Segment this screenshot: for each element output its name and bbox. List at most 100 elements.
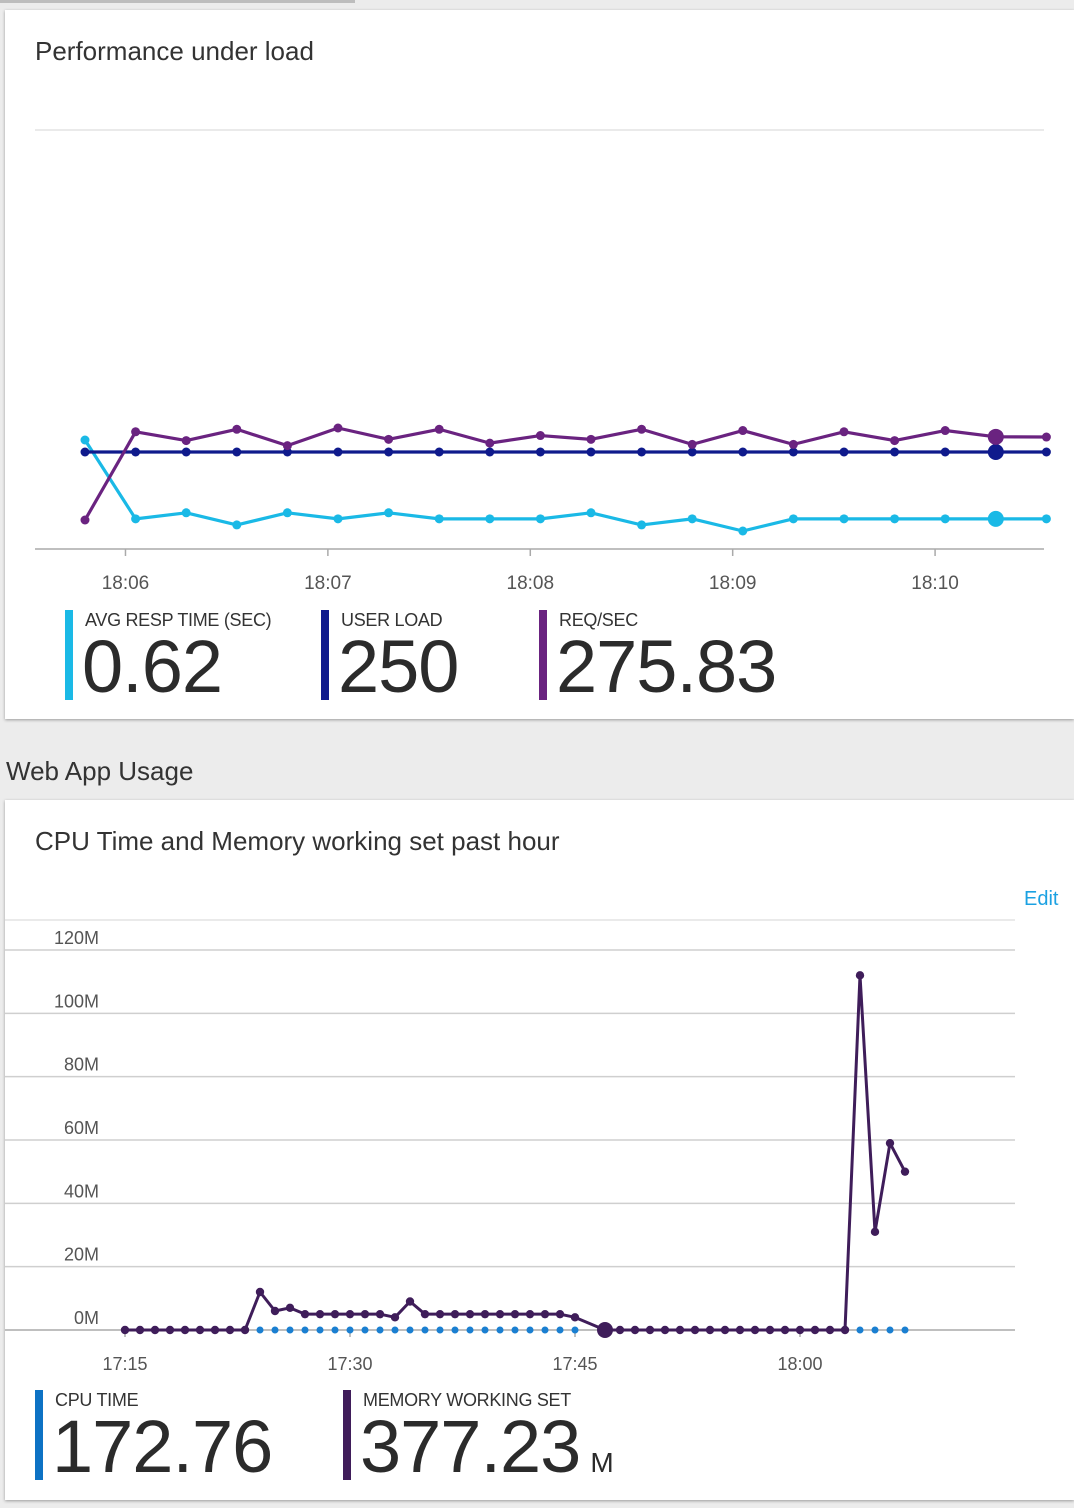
data-point — [384, 508, 394, 518]
metric-value: 377.23 M — [360, 1408, 614, 1502]
memory-data-point — [285, 1303, 295, 1313]
cpu-data-point — [856, 1326, 864, 1334]
data-point — [687, 439, 697, 449]
memory-data-point — [240, 1325, 250, 1335]
usage-card[interactable]: CPU Time and Memory working set past hou… — [5, 800, 1074, 1500]
metric-value: 250 — [338, 625, 459, 708]
data-point — [788, 439, 798, 449]
cpu-data-point — [481, 1326, 489, 1334]
y-tick-label: 0M — [74, 1308, 99, 1328]
data-point — [485, 438, 495, 448]
memory-data-point — [360, 1309, 370, 1319]
memory-data-point — [390, 1313, 400, 1322]
data-point — [535, 447, 545, 457]
x-tick-label: 18:07 — [304, 573, 352, 594]
data-point — [637, 447, 647, 457]
cpu-data-point — [346, 1326, 354, 1334]
data-point — [434, 424, 444, 434]
data-point — [333, 514, 343, 524]
data-point — [890, 514, 900, 524]
memory-data-point — [225, 1325, 235, 1335]
memory-data-point — [825, 1325, 835, 1335]
x-tick-label: 18:08 — [507, 573, 555, 594]
data-point — [987, 428, 1004, 445]
y-tick-label: 60M — [64, 1118, 99, 1138]
memory-data-point — [870, 1227, 880, 1237]
cpu-data-point — [451, 1326, 459, 1334]
data-point — [131, 427, 141, 437]
data-point — [987, 510, 1004, 527]
cpu-data-point — [511, 1326, 519, 1334]
series-line-0 — [83, 439, 1049, 533]
section-title: Web App Usage — [6, 756, 194, 786]
x-tick-label: 17:30 — [327, 1354, 372, 1374]
memory-data-point — [765, 1325, 775, 1335]
data-point — [890, 436, 900, 446]
memory-data-point — [150, 1325, 160, 1335]
memory-data-point — [720, 1325, 730, 1335]
cpu-data-point — [466, 1326, 474, 1334]
series-line-2 — [83, 426, 1049, 521]
metric-value: 172.76 — [52, 1405, 273, 1488]
data-point — [232, 520, 242, 530]
memory-data-point — [375, 1309, 385, 1319]
data-point — [738, 526, 748, 536]
cpu-data-point — [886, 1326, 894, 1334]
memory-data-point — [270, 1306, 280, 1316]
performance-card[interactable]: Performance under load 18:06 18:07 18:08 18… — [5, 10, 1074, 719]
usage-chart: 0M 20M 40M 60M 80M 100M 120M 17:15 17:30 17:45 18:… — [5, 919, 1015, 1374]
y-tick-label: 120M — [54, 928, 99, 948]
memory-data-point — [570, 1313, 580, 1322]
memory-data-point — [210, 1325, 220, 1335]
data-point — [485, 447, 495, 457]
memory-data-point — [135, 1325, 145, 1335]
performance-chart: 18:06 18:07 18:08 18:09 18:10 — [35, 129, 1051, 594]
data-point — [788, 514, 798, 524]
data-point — [839, 427, 849, 437]
data-point — [232, 447, 242, 457]
x-tick-label: 17:15 — [102, 1354, 147, 1374]
edit-link[interactable]: Edit — [1024, 888, 1058, 911]
memory-data-point — [855, 971, 865, 980]
y-tick-label: 20M — [64, 1245, 99, 1265]
memory-data-point — [510, 1309, 520, 1319]
cpu-data-point — [391, 1326, 399, 1334]
data-point — [80, 435, 90, 445]
data-point — [987, 444, 1004, 460]
data-point — [839, 514, 849, 524]
data-point — [333, 447, 343, 457]
cpu-data-point — [571, 1326, 579, 1334]
data-point — [586, 447, 596, 457]
memory-data-point — [420, 1309, 430, 1319]
data-point — [434, 514, 444, 524]
memory-series-line — [125, 973, 907, 1332]
data-point — [1041, 432, 1051, 442]
memory-data-point — [465, 1309, 475, 1319]
data-point — [80, 515, 90, 525]
memory-data-point — [630, 1325, 640, 1335]
data-point — [282, 441, 292, 451]
data-point — [131, 447, 141, 457]
memory-data-point — [750, 1325, 760, 1335]
data-point — [80, 447, 90, 457]
memory-data-point — [195, 1325, 205, 1335]
metric-color-bar — [35, 1390, 43, 1480]
data-point — [333, 423, 343, 433]
cpu-data-point — [901, 1326, 909, 1334]
memory-data-point — [120, 1325, 130, 1335]
metric-color-bar — [343, 1390, 351, 1480]
cpu-data-point — [361, 1326, 369, 1334]
cpu-data-point — [556, 1326, 564, 1334]
cpu-data-point — [871, 1326, 879, 1334]
cpu-data-point — [286, 1326, 294, 1334]
memory-data-point — [480, 1309, 490, 1319]
cpu-data-point — [301, 1326, 309, 1334]
data-point — [940, 426, 950, 436]
metric-value: 275.83 — [556, 625, 777, 708]
cpu-data-point — [436, 1326, 444, 1334]
y-tick-label: 80M — [64, 1055, 99, 1075]
x-tick-label: 17:45 — [552, 1354, 597, 1374]
data-point — [535, 514, 545, 524]
memory-data-point — [345, 1309, 355, 1319]
data-point — [839, 447, 849, 457]
